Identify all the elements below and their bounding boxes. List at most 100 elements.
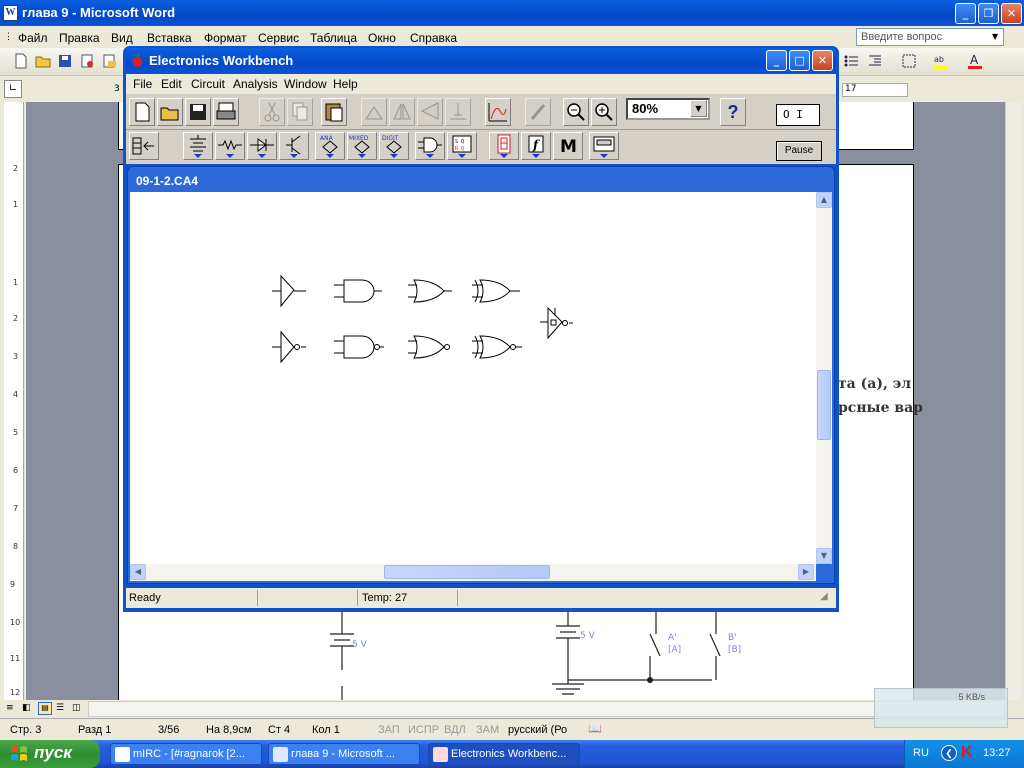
ewb-menu-file[interactable]: File xyxy=(133,77,152,91)
word-menu-help[interactable]: Справка xyxy=(410,31,457,45)
permission-icon[interactable] xyxy=(78,52,96,70)
word-menu-view[interactable]: Вид xyxy=(111,31,133,45)
word-restore-button[interactable]: ❐ xyxy=(978,3,999,24)
cut-button[interactable] xyxy=(259,98,285,126)
status-record[interactable]: ЗАП xyxy=(378,724,400,736)
task-word[interactable]: глава 9 - Microsoft ... xyxy=(268,743,420,765)
print-button[interactable] xyxy=(213,98,239,126)
zoom-dropdown-arrow-icon[interactable]: ▼ xyxy=(690,100,707,117)
component-properties-button[interactable] xyxy=(525,98,551,126)
antivirus-icon[interactable]: K xyxy=(961,744,973,762)
circuit-canvas[interactable] xyxy=(130,192,816,564)
word-titlebar[interactable]: W глава 9 - Microsoft Word _ ❐ ✕ xyxy=(0,0,1024,26)
word-menu-edit[interactable]: Правка xyxy=(59,31,100,45)
transistors-bin-button[interactable] xyxy=(279,132,309,160)
normal-view-icon[interactable]: ≡ xyxy=(6,703,14,713)
nor-gate[interactable] xyxy=(408,335,450,359)
ewb-close-button[interactable]: ✕ xyxy=(812,50,833,71)
vertical-scroll-thumb[interactable] xyxy=(817,370,831,440)
indent-icon[interactable] xyxy=(866,52,884,70)
document-vertical-scrollbar[interactable] xyxy=(1005,102,1021,700)
buffer-gate[interactable] xyxy=(272,274,306,308)
ewb-menu-circuit[interactable]: Circuit xyxy=(191,77,225,91)
word-menu-window[interactable]: Окно xyxy=(368,31,396,45)
new-button[interactable] xyxy=(129,98,155,126)
word-menu-tools[interactable]: Сервис xyxy=(258,31,299,45)
ewb-minimize-button[interactable]: _ xyxy=(766,50,787,71)
ewb-menu-analysis[interactable]: Analysis xyxy=(233,77,278,91)
digital-bin-button[interactable]: S QR Q xyxy=(447,132,477,160)
mixed-ics-bin-button[interactable]: MIXED xyxy=(347,132,377,160)
scroll-down-arrow-icon[interactable]: ▼ xyxy=(816,548,832,564)
bullets-icon[interactable] xyxy=(842,52,860,70)
task-ewb[interactable]: Electronics Workbenc... xyxy=(428,743,580,765)
flip-horizontal-button[interactable] xyxy=(389,98,415,126)
circuit-vertical-scrollbar[interactable]: ▲ ▼ xyxy=(816,192,832,564)
paste-button[interactable] xyxy=(321,98,347,126)
basic-bin-button[interactable] xyxy=(215,132,245,160)
rotate-button[interactable] xyxy=(361,98,387,126)
word-horizontal-scrollbar[interactable] xyxy=(88,701,1004,717)
zoom-in-button[interactable] xyxy=(591,98,617,126)
tab-stop-selector[interactable]: ∟ xyxy=(4,80,22,98)
ewb-app-icon[interactable] xyxy=(130,53,145,68)
ewb-menu-help[interactable]: Help xyxy=(333,77,358,91)
subcircuit-button[interactable] xyxy=(445,98,471,126)
open-folder-icon[interactable] xyxy=(34,52,52,70)
font-color-icon[interactable]: A xyxy=(966,52,984,70)
sources-bin-button[interactable] xyxy=(183,132,213,160)
inverter-gate[interactable] xyxy=(272,330,306,364)
digital-ics-bin-button[interactable]: DIGIT xyxy=(379,132,409,160)
word-doc-icon[interactable]: W xyxy=(3,5,18,21)
and-gate[interactable] xyxy=(334,279,382,303)
pause-button[interactable]: Pause xyxy=(776,141,822,161)
word-menu-table[interactable]: Таблица xyxy=(310,31,357,45)
tray-back-arrow-icon[interactable]: ❮ xyxy=(941,745,957,761)
or-gate[interactable] xyxy=(408,279,452,303)
status-extend[interactable]: ВДЛ xyxy=(444,724,466,736)
horizontal-scroll-thumb[interactable] xyxy=(384,565,550,579)
diodes-bin-button[interactable] xyxy=(247,132,277,160)
word-menu-file[interactable]: Файл xyxy=(18,31,48,45)
resize-grip-icon[interactable]: ◢ xyxy=(820,591,828,602)
open-button[interactable] xyxy=(157,98,183,126)
graph-button[interactable] xyxy=(485,98,511,126)
start-button[interactable]: пуск xyxy=(0,740,100,768)
save-icon[interactable] xyxy=(56,52,74,70)
xor-gate[interactable] xyxy=(472,279,520,303)
ask-dropdown-arrow-icon[interactable]: ▼ xyxy=(992,32,998,41)
ewb-menu-edit[interactable]: Edit xyxy=(161,77,182,91)
save-button[interactable] xyxy=(185,98,211,126)
word-close-button[interactable]: ✕ xyxy=(1001,3,1022,24)
print-view-icon[interactable]: ▤ xyxy=(38,702,52,715)
word-minimize-button[interactable]: _ xyxy=(955,3,976,24)
xnor-gate[interactable] xyxy=(472,335,522,359)
logic-gates-bin-button[interactable] xyxy=(415,132,445,160)
controls-bin-button[interactable]: f xyxy=(521,132,551,160)
reading-view-icon[interactable]: ◫ xyxy=(72,703,81,713)
outline-view-icon[interactable]: ☰ xyxy=(56,703,64,713)
new-document-icon[interactable] xyxy=(12,52,30,70)
language-indicator[interactable]: RU xyxy=(913,747,929,759)
ewb-titlebar[interactable]: Electronics Workbench _ □ ✕ xyxy=(126,48,836,74)
status-overwrite[interactable]: ЗАМ xyxy=(476,724,499,736)
word-menu-insert[interactable]: Вставка xyxy=(147,31,192,45)
zoom-out-button[interactable] xyxy=(563,98,589,126)
word-menu-format[interactable]: Формат xyxy=(204,31,247,45)
spelling-status-icon[interactable]: 📖 xyxy=(588,722,602,735)
copy-button[interactable] xyxy=(287,98,313,126)
ewb-menu-window[interactable]: Window xyxy=(284,77,327,91)
ewb-maximize-button[interactable]: □ xyxy=(789,50,810,71)
circuit-horizontal-scrollbar[interactable]: ◀ ▶ xyxy=(130,564,816,581)
email-icon[interactable] xyxy=(100,52,118,70)
borders-icon[interactable] xyxy=(900,52,918,70)
web-view-icon[interactable]: ◧ xyxy=(22,703,31,713)
analog-ics-bin-button[interactable]: ANA xyxy=(315,132,345,160)
flip-vertical-button[interactable] xyxy=(417,98,443,126)
tristate-buffer[interactable] xyxy=(540,306,573,340)
highlight-icon[interactable]: ab xyxy=(932,52,950,70)
scroll-left-arrow-icon[interactable]: ◀ xyxy=(130,564,146,580)
power-switch[interactable]: O I xyxy=(776,104,820,126)
help-button[interactable]: ? xyxy=(720,98,746,126)
indicators-bin-button[interactable] xyxy=(489,132,519,160)
